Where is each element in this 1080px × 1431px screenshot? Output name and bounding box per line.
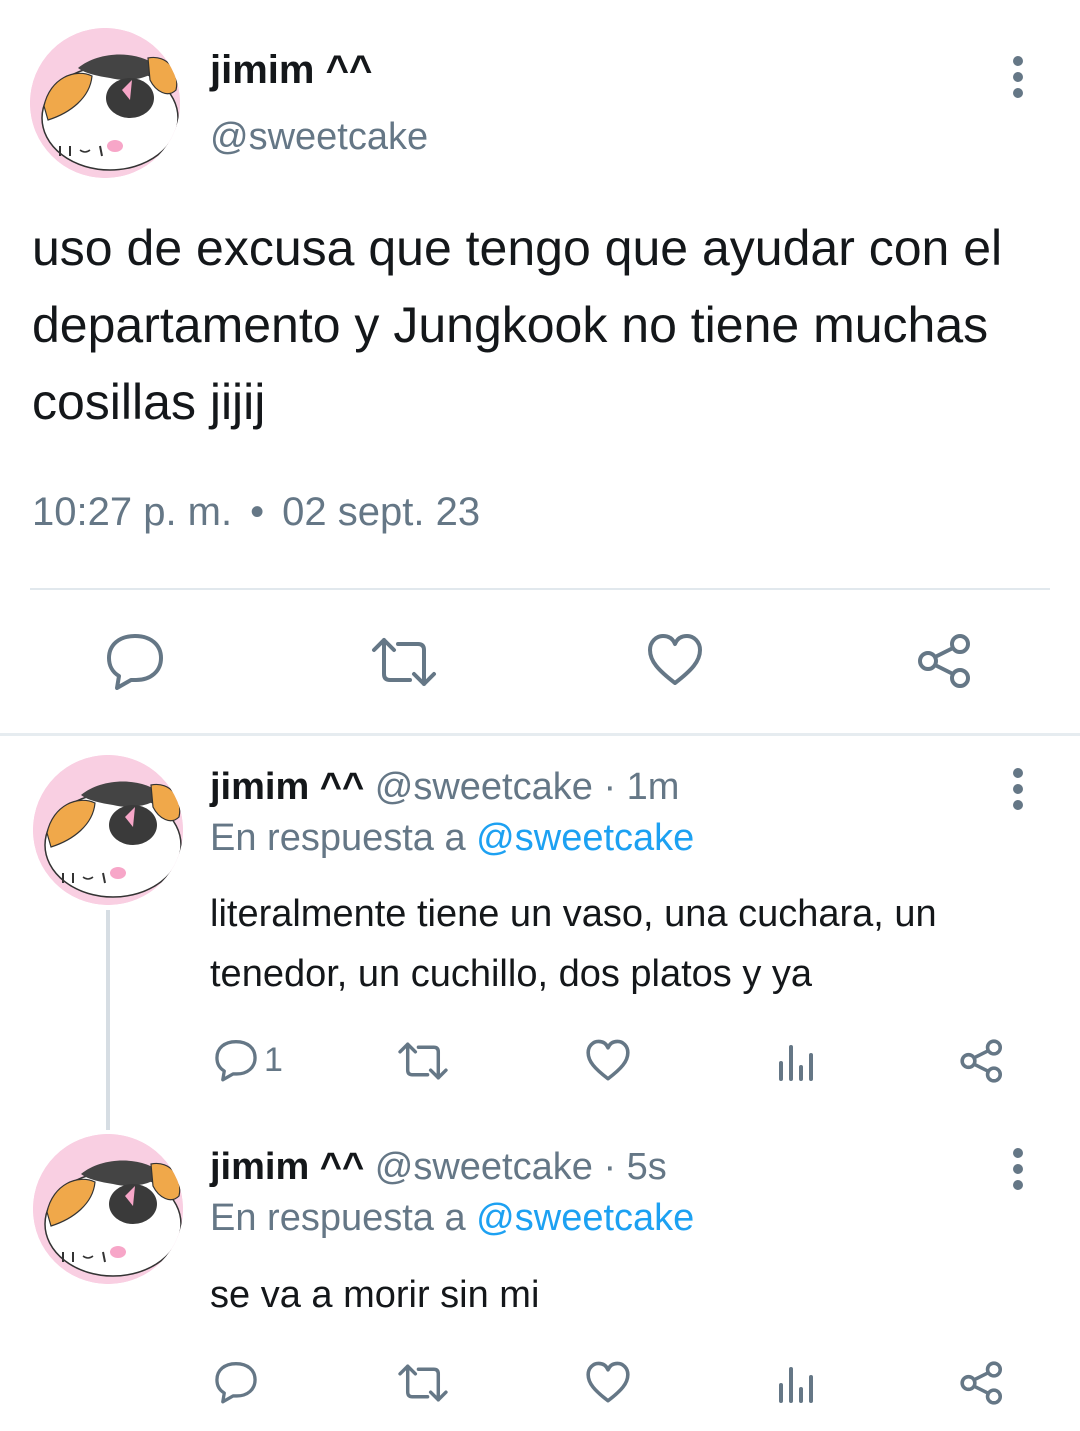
- reply-prefix: En respuesta a: [210, 1197, 466, 1239]
- retweet-button[interactable]: [397, 1363, 449, 1403]
- views-button[interactable]: [777, 1041, 817, 1081]
- heart-icon: [586, 1039, 630, 1081]
- reply-context: En respuesta a @sweetcake: [210, 1197, 694, 1240]
- reply-count: 1: [264, 1040, 283, 1079]
- retweet-icon: [372, 638, 436, 686]
- tweet-date: 02 sept. 23: [282, 490, 481, 534]
- tweet-timestamp: 10:27 p. m. • 02 sept. 23: [32, 490, 480, 535]
- more-vertical-icon[interactable]: [998, 762, 1038, 822]
- more-vertical-icon[interactable]: [998, 50, 1038, 110]
- tweet-text: se va a morir sin mi: [210, 1274, 540, 1316]
- reply-header: jimim ^^ @sweetcake · 1m: [210, 766, 679, 809]
- reply-time[interactable]: 1m: [627, 766, 680, 808]
- header-separator: ·: [603, 1146, 617, 1188]
- user-handle[interactable]: @sweetcake: [375, 766, 593, 808]
- avatar[interactable]: [33, 755, 183, 905]
- display-name[interactable]: jimim ^^: [210, 1146, 364, 1188]
- reply-icon: [215, 1040, 257, 1082]
- heart-icon: [648, 634, 702, 685]
- retweet-button[interactable]: [370, 636, 438, 688]
- avatar[interactable]: [30, 28, 180, 178]
- share-icon: [918, 634, 970, 688]
- tweet-text: uso de excusa que tengo que ayudar con e…: [32, 220, 1003, 430]
- reply-context: En respuesta a @sweetcake: [210, 817, 694, 860]
- heart-icon: [586, 1361, 630, 1403]
- header-separator: ·: [603, 766, 617, 808]
- retweet-icon: [398, 1042, 448, 1080]
- user-handle[interactable]: @sweetcake: [210, 116, 428, 159]
- display-name[interactable]: jimim ^^: [210, 766, 364, 808]
- retweet-icon: [398, 1364, 448, 1402]
- views-icon: [779, 1367, 813, 1403]
- reply-icon: [215, 1362, 257, 1404]
- reply-time[interactable]: 5s: [627, 1146, 667, 1188]
- reply-header: jimim ^^ @sweetcake · 5s: [210, 1146, 667, 1189]
- reply-icon: [107, 634, 163, 690]
- reply-button[interactable]: [105, 632, 165, 690]
- section-divider: [0, 733, 1080, 736]
- share-button[interactable]: [959, 1038, 1005, 1084]
- thread-connector: [106, 910, 110, 1130]
- mention-link[interactable]: @sweetcake: [476, 1197, 694, 1239]
- display-name[interactable]: jimim ^^: [210, 48, 372, 93]
- like-button[interactable]: [646, 633, 704, 687]
- avatar[interactable]: [33, 1134, 183, 1284]
- mention-link[interactable]: @sweetcake: [476, 817, 694, 859]
- share-icon: [960, 1361, 1003, 1405]
- views-button[interactable]: [777, 1363, 817, 1403]
- divider: [30, 588, 1050, 590]
- share-icon: [960, 1039, 1003, 1083]
- retweet-button[interactable]: [397, 1041, 449, 1081]
- tweet-text: literalmente tiene un vaso, una cuchara,…: [210, 893, 937, 995]
- reply-button[interactable]: [214, 1360, 258, 1404]
- reply-prefix: En respuesta a: [210, 817, 466, 859]
- share-button[interactable]: [959, 1360, 1005, 1406]
- reply-button[interactable]: 1: [214, 1038, 283, 1082]
- views-icon: [779, 1045, 813, 1081]
- more-vertical-icon[interactable]: [998, 1142, 1038, 1202]
- user-handle[interactable]: @sweetcake: [375, 1146, 593, 1188]
- like-button[interactable]: [585, 1361, 631, 1404]
- share-button[interactable]: [916, 632, 974, 690]
- like-button[interactable]: [585, 1039, 631, 1082]
- meta-separator: •: [250, 490, 265, 534]
- tweet-time: 10:27 p. m.: [32, 490, 233, 534]
